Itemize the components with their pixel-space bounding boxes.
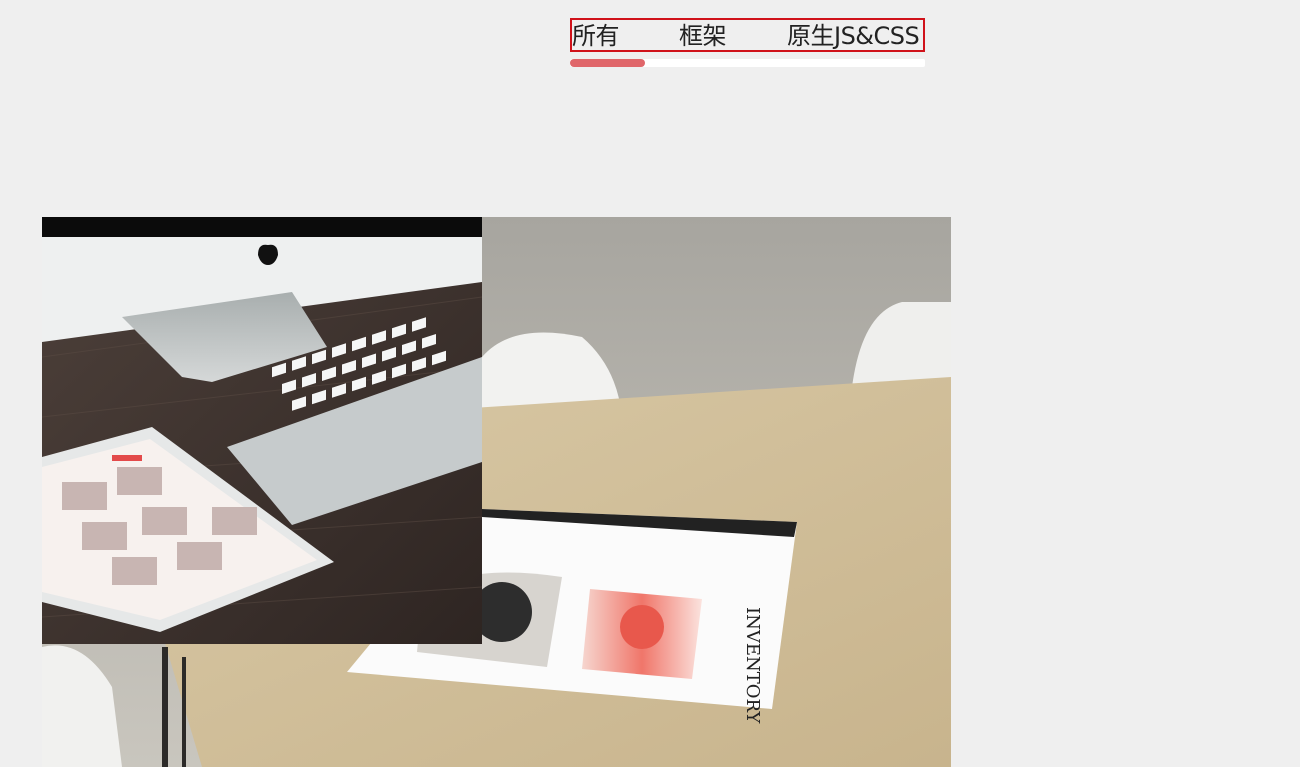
tab-all[interactable]: 所有 bbox=[572, 20, 620, 50]
magazine-title: INVENTORY bbox=[742, 607, 763, 725]
tab-native-js-css[interactable]: 原生JS&CSS bbox=[787, 20, 920, 50]
filter-tabs: 所有 框架 原生JS&CSS bbox=[570, 18, 925, 52]
tab-indicator bbox=[570, 59, 645, 67]
tab-indicator-track bbox=[570, 59, 925, 67]
tab-framework[interactable]: 框架 bbox=[679, 20, 727, 50]
desk-photo[interactable] bbox=[42, 217, 482, 644]
